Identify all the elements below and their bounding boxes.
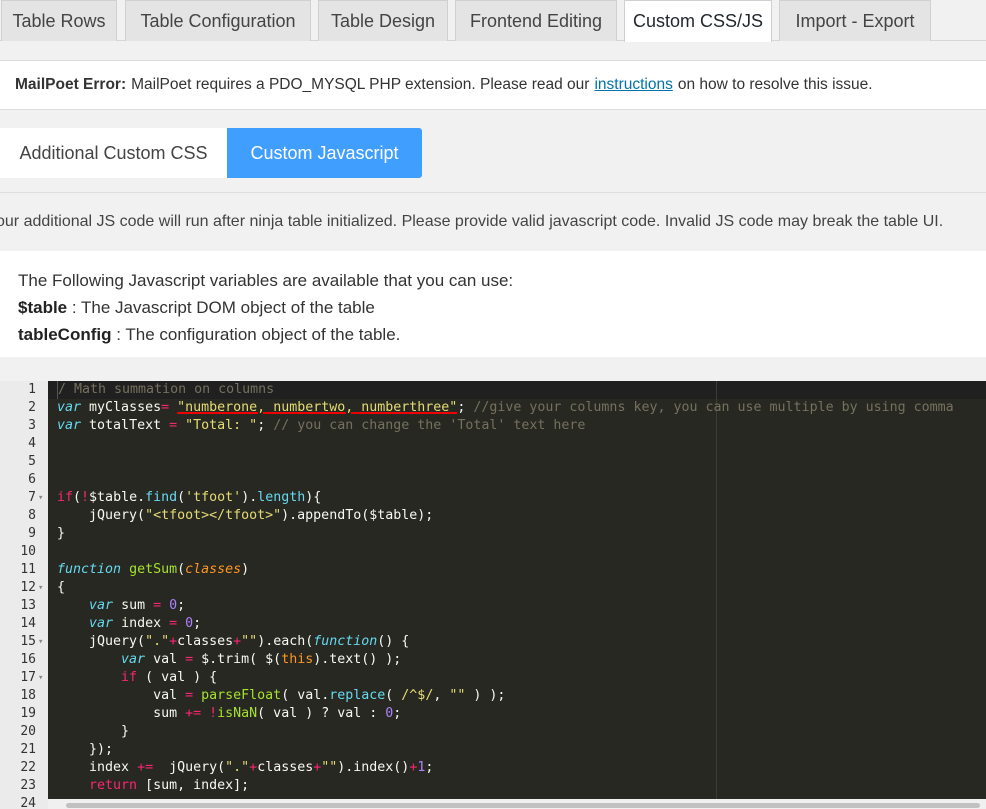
fold-arrow-icon[interactable]: ▾ — [38, 579, 48, 597]
fold-arrow-icon[interactable]: ▾ — [38, 669, 48, 687]
code-line-8: jQuery("<tfoot></tfoot>").appendTo($tabl… — [57, 508, 434, 523]
line-number-label: 20 — [20, 724, 36, 739]
code-line-2: var myClasses= "numberone, numbertwo, nu… — [57, 400, 954, 415]
line-number-label: 4 — [28, 436, 36, 451]
variables-intro: The Following Javascript variables are a… — [18, 271, 514, 290]
line-number-label: 11 — [20, 562, 36, 577]
instructions-link[interactable]: instructions — [594, 76, 672, 94]
variable-table-name: $table — [18, 298, 68, 317]
variable-tableconfig-desc: : The configuration object of the table. — [111, 325, 401, 344]
fold-arrow-icon[interactable]: ▾ — [38, 489, 48, 507]
line-number-label: 1 — [28, 382, 36, 397]
line-number-label: 2 — [28, 400, 36, 415]
variable-table-desc: : The Javascript DOM object of the table — [67, 298, 375, 317]
mailpoet-error-notice: MailPoet Error: MailPoet requires a PDO_… — [0, 60, 986, 110]
notice-text-before: MailPoet requires a PDO_MYSQL PHP extens… — [131, 76, 590, 93]
line-number-label: 16 — [20, 652, 36, 667]
variable-tableconfig-name: tableConfig — [18, 325, 112, 344]
line-number-label: 24 — [20, 796, 36, 809]
code-line-17: if ( val ) { — [121, 670, 218, 685]
code-line-7: if(!$table.find('tfoot').length){ — [57, 490, 322, 505]
available-variables-box: The Following Javascript variables are a… — [0, 251, 986, 357]
code-line-22: index += jQuery("."+classes+"").index()+… — [57, 760, 434, 775]
tab-custom-javascript[interactable]: Custom Javascript — [227, 128, 422, 178]
code-line-18: val = parseFloat( val.replace( /^$/, "" … — [57, 688, 506, 703]
code-line-13: var sum = 0; — [89, 598, 186, 613]
line-number-label: 23 — [20, 778, 36, 793]
line-number-label: 18 — [20, 688, 36, 703]
code-line-14: var index = 0; — [89, 616, 202, 631]
print-margin — [716, 381, 717, 809]
code-line-1: / Math summation on columns — [57, 381, 275, 399]
fold-arrow-icon[interactable]: ▾ — [38, 633, 48, 651]
line-number-label: 17 — [20, 670, 36, 685]
code-line-15: jQuery("."+classes+"").each(function() { — [57, 634, 410, 649]
line-number-label: 6 — [28, 472, 36, 487]
line-number-label: 13 — [20, 598, 36, 613]
code-line-12: { — [57, 580, 66, 595]
code-line-9: } — [57, 526, 66, 541]
tab-table-rows[interactable]: Table Rows — [1, 0, 117, 41]
line-number-label: 12 — [20, 580, 36, 595]
tab-frontend-editing[interactable]: Frontend Editing — [455, 0, 617, 41]
notice-text-after: on how to resolve this issue. — [677, 76, 873, 93]
line-number-label: 19 — [20, 706, 36, 721]
code-editor[interactable]: 1 2 3 4 5 6 7 ▾ 8 9 10 11 12 ▾ 13 14 15 ▾ 16 17 ▾ 18 19 20 21 22 2… — [0, 381, 986, 809]
line-number-label: 9 — [28, 526, 36, 541]
tab-table-design[interactable]: Table Design — [318, 0, 448, 41]
line-number-label: 8 — [28, 508, 36, 523]
notice-title: MailPoet Error: — [15, 76, 127, 93]
line-number-label: 3 — [28, 418, 36, 433]
line-number-label: 14 — [20, 616, 36, 631]
tab-table-configuration[interactable]: Table Configuration — [125, 0, 311, 41]
line-number-label: 15 — [20, 634, 36, 649]
line-number-label: 21 — [20, 742, 36, 757]
editor-scroll-thumb[interactable] — [66, 803, 980, 808]
tab-custom-css-js[interactable]: Custom CSS/JS — [624, 0, 772, 42]
code-line-23: return [sum, index]; — [89, 778, 250, 793]
code-line-19: sum += !isNaN( val ) ? val : 0; — [57, 706, 402, 721]
variable-tableconfig: tableConfig : The configuration object o… — [18, 321, 968, 348]
code-line-21: }); — [57, 742, 114, 757]
line-number-label: 7 — [28, 490, 36, 505]
tab-additional-custom-css[interactable]: Additional Custom CSS — [0, 128, 227, 178]
code-line-20: } — [57, 724, 130, 739]
line-number-label: 10 — [20, 544, 36, 559]
tab-import-export[interactable]: Import - Export — [779, 0, 931, 41]
variable-table: $table : The Javascript DOM object of th… — [18, 294, 968, 321]
tab-bar: Table Rows Table Configuration Table Des… — [0, 0, 986, 42]
code-line-16: var val = $.trim( $(this).text() ); — [121, 652, 402, 667]
line-number-label: 22 — [20, 760, 36, 775]
line-number-label: 5 — [28, 454, 36, 469]
code-line-11: function getSum(classes) — [57, 562, 250, 577]
js-info-text: our additional JS code will run after ni… — [0, 213, 944, 230]
css-js-subtabs: Additional Custom CSS Custom Javascript — [0, 128, 986, 193]
code-line-3: var totalText = "Total: "; // you can ch… — [57, 418, 586, 433]
